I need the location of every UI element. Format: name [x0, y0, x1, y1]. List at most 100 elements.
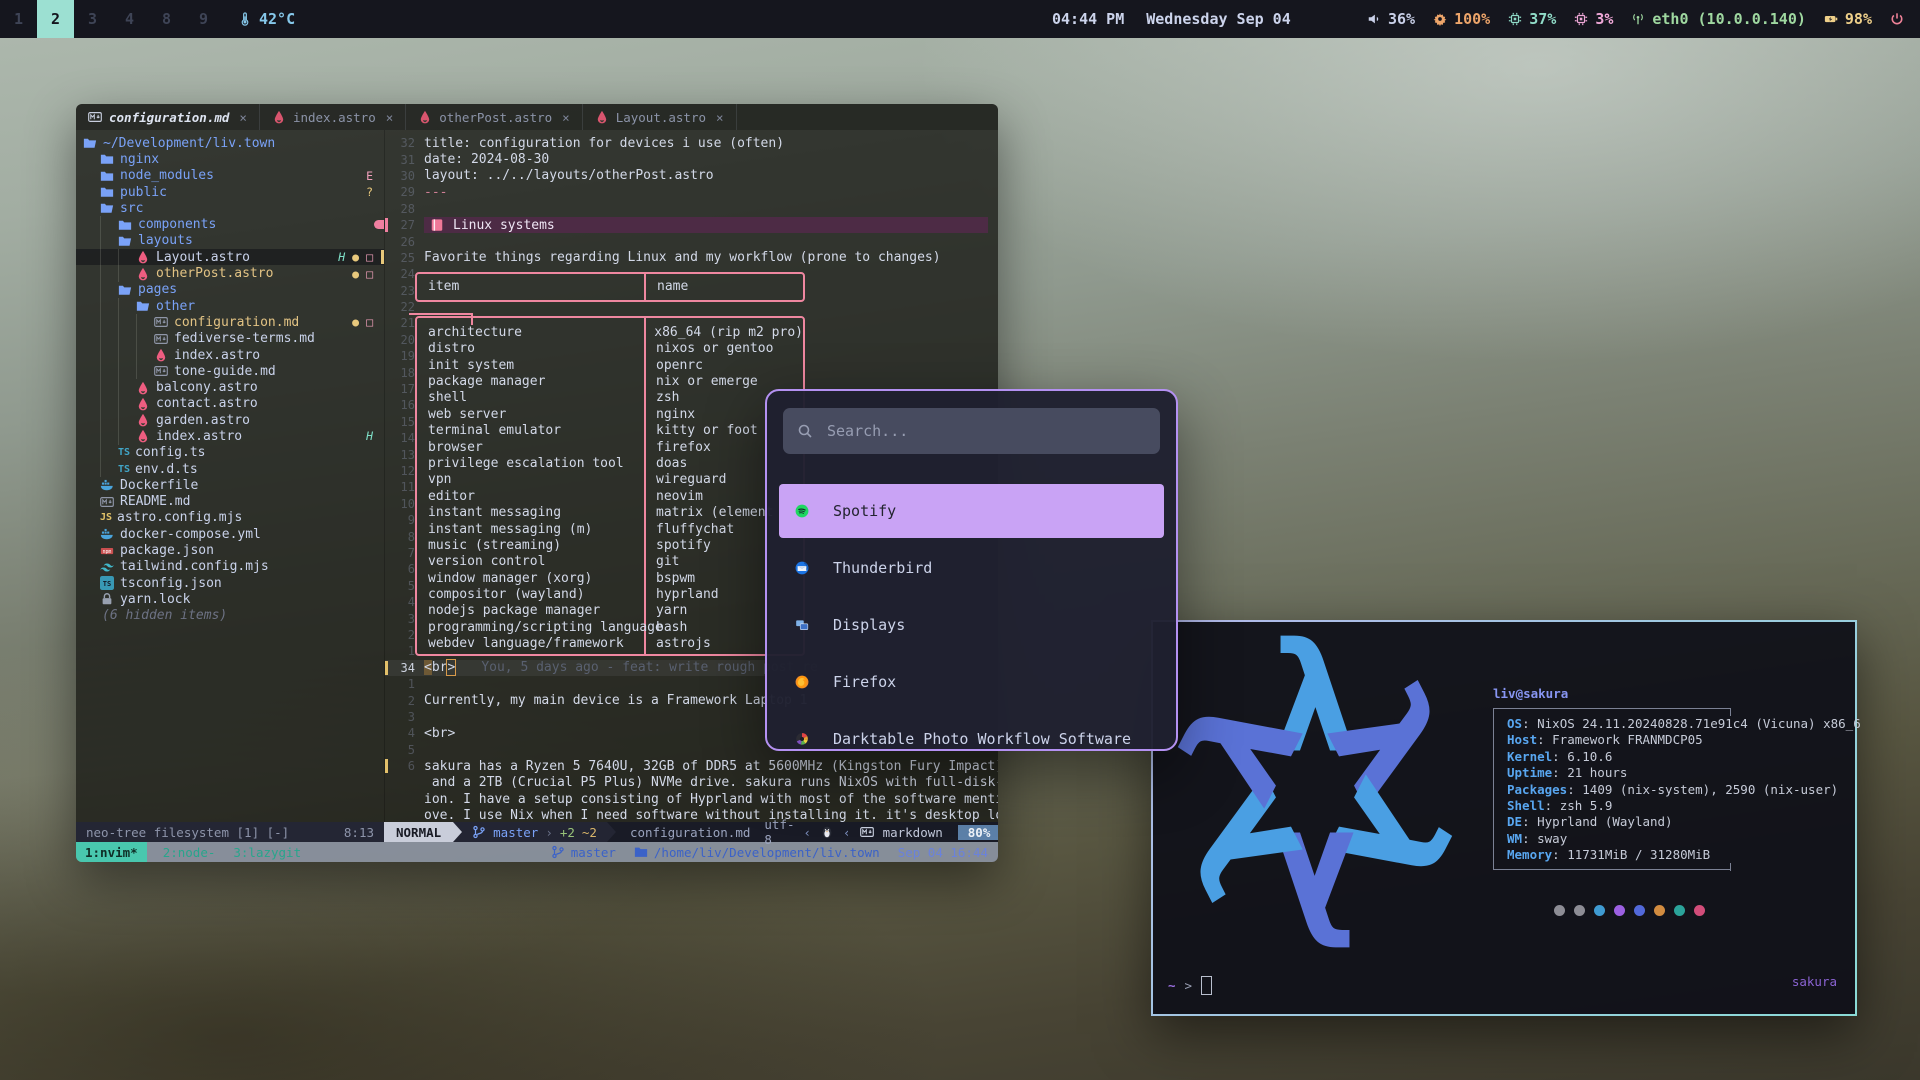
workspace-4[interactable]: 4 [111, 0, 148, 38]
tree-item-astro.config.mjs[interactable]: JSastro.config.mjs [76, 510, 384, 526]
tree-item-(6 hidden items)[interactable]: (6 hidden items) [76, 608, 384, 624]
displays-icon [795, 618, 809, 632]
terminal-color-palette [1554, 905, 1705, 916]
tree-item-nginx[interactable]: nginx [76, 151, 384, 167]
temperature-widget: 42°C [238, 10, 295, 28]
tree-item-contact.astro[interactable]: contact.astro [76, 396, 384, 412]
table-separator-stub [409, 313, 473, 315]
launcher-item-Displays[interactable]: Displays [779, 598, 1164, 652]
js-icon: JS [100, 512, 112, 523]
git-changed-count: ~2 [582, 825, 597, 840]
tree-item-balcony.astro[interactable]: balcony.astro [76, 379, 384, 395]
tree-item-garden.astro[interactable]: garden.astro [76, 412, 384, 428]
tab-configuration.md[interactable]: configuration.md × [76, 104, 260, 130]
tree-item-tsconfig.json[interactable]: tsconfig.json [76, 575, 384, 591]
close-icon[interactable]: × [239, 110, 247, 125]
table-cell-name: matrix (element [644, 505, 773, 520]
tree-item-label: components [138, 217, 216, 232]
tree-item-tailwind.config.mjs[interactable]: tailwind.config.mjs [76, 559, 384, 575]
power-button[interactable] [1890, 12, 1904, 26]
tree-item-Dockerfile[interactable]: Dockerfile [76, 477, 384, 493]
network-widget: eth0 (10.0.0.140) [1631, 10, 1806, 28]
spotify-icon [795, 504, 809, 518]
tree-item-package.json[interactable]: package.json [76, 542, 384, 558]
line-number: 22 [385, 300, 424, 314]
tree-item-node_modules[interactable]: node_modulesE [76, 168, 384, 184]
astro-icon [136, 381, 150, 395]
tab-label: Layout.astro [616, 110, 706, 125]
close-icon[interactable]: × [562, 110, 570, 125]
tree-item-label: nginx [120, 152, 159, 167]
tree-item-yarn.lock[interactable]: yarn.lock [76, 591, 384, 607]
tree-item-pages[interactable]: pages [76, 282, 384, 298]
search-input[interactable] [825, 421, 1146, 441]
tree-item-docker-compose.yml[interactable]: docker-compose.yml [76, 526, 384, 542]
tree-item-src[interactable]: src [76, 200, 384, 216]
fetch-field-value: : zsh 5.9 [1545, 798, 1613, 813]
table-cell-item: privilege escalation tool [417, 456, 644, 471]
fetch-field-value: : 21 hours [1552, 765, 1627, 780]
folder-icon [100, 152, 114, 166]
workspace-3[interactable]: 3 [74, 0, 111, 38]
table-cell-item: music (streaming) [417, 538, 644, 553]
tree-item-config.ts[interactable]: TSconfig.ts [76, 445, 384, 461]
tree-item-~/Development/liv.town[interactable]: ~/Development/liv.town [76, 135, 384, 151]
line-text: --- [424, 185, 447, 200]
tab-index.astro[interactable]: index.astro× [260, 104, 406, 130]
prompt-path: ~ [1168, 978, 1176, 993]
tree-item-index.astro[interactable]: index.astroH [76, 428, 384, 444]
table-cell-name: openrc [644, 358, 703, 373]
tmux-window-nvim[interactable]: 1:nvim* [76, 842, 147, 862]
fetch-field-Packages: Packages: 1409 (nix-system), 2590 (nix-u… [1507, 782, 1861, 798]
battery-value: 98% [1845, 10, 1872, 28]
tab-otherPost.astro[interactable]: otherPost.astro× [406, 104, 582, 130]
launcher-item-label: Spotify [833, 502, 896, 520]
tree-item-label: ~/Development/liv.town [103, 136, 275, 151]
tree-item-configuration.md[interactable]: configuration.md●□ [76, 314, 384, 330]
launcher-item-label: Darktable Photo Workflow Software [833, 730, 1131, 748]
launcher-item-Firefox[interactable]: Firefox [779, 655, 1164, 709]
tree-item-README.md[interactable]: README.md [76, 494, 384, 510]
tree-item-fediverse-terms.md[interactable]: fediverse-terms.md [76, 331, 384, 347]
tab-label: configuration.md [109, 110, 229, 125]
workspace-2[interactable]: 2 [37, 0, 74, 38]
tree-item-public[interactable]: public? [76, 184, 384, 200]
close-icon[interactable]: × [386, 110, 394, 125]
close-icon[interactable]: × [716, 110, 724, 125]
table-cell-name: bash [644, 620, 687, 635]
fetch-field-Shell: Shell: zsh 5.9 [1507, 798, 1861, 814]
session-name: sakura [1792, 974, 1837, 989]
tree-item-layouts[interactable]: layouts [76, 233, 384, 249]
tab-Layout.astro[interactable]: Layout.astro × [583, 104, 737, 130]
tree-item-components[interactable]: components [76, 216, 384, 232]
workspace-8[interactable]: 8 [148, 0, 185, 38]
launcher-item-label: Thunderbird [833, 559, 932, 577]
filetype-indicator: markdown [883, 825, 943, 840]
table-row: compositor (wayland)hyprland [417, 586, 803, 602]
vim-mode-indicator: NORMAL [384, 822, 453, 842]
launcher-item-Spotify[interactable]: Spotify [779, 484, 1164, 538]
launcher-item-Thunderbird[interactable]: Thunderbird [779, 541, 1164, 595]
tree-item-label: env.d.ts [135, 462, 198, 477]
line-number: 28 [385, 202, 424, 216]
tree-item-other[interactable]: other [76, 298, 384, 314]
launcher-search[interactable] [783, 408, 1160, 454]
tmux-statusbar: 1:nvim* 2:node- 3:lazygit master /home/l… [76, 842, 998, 862]
tree-item-env.d.ts[interactable]: TSenv.d.ts [76, 461, 384, 477]
workspace-9[interactable]: 9 [185, 0, 222, 38]
tree-item-badges: H●□ [338, 250, 381, 264]
tree-item-Layout.astro[interactable]: Layout.astroH●□ [76, 249, 384, 265]
shell-prompt[interactable]: ~ > [1168, 976, 1212, 995]
workspace-1[interactable]: 1 [0, 0, 37, 38]
tree-item-tone-guide.md[interactable]: tone-guide.md [76, 363, 384, 379]
tmux-window-node[interactable]: 2:node- [161, 842, 218, 862]
table-cell-name: git [644, 554, 679, 569]
tree-item-index.astro[interactable]: index.astro [76, 347, 384, 363]
tree-item-otherPost.astro[interactable]: otherPost.astro●□ [76, 265, 384, 281]
tmux-window-lazygit[interactable]: 3:lazygit [231, 842, 303, 862]
git-branch-name: master [493, 825, 538, 840]
buffer-line: ove. I use Nix when I need software with… [385, 807, 998, 822]
launcher-item-Darktable Photo Workflow Software[interactable]: Darktable Photo Workflow Software [779, 712, 1164, 751]
neotree-file-explorer[interactable]: ~/Development/liv.townnginxnode_modulesE… [76, 130, 385, 822]
table-row: instant messagingmatrix (element [417, 504, 803, 520]
